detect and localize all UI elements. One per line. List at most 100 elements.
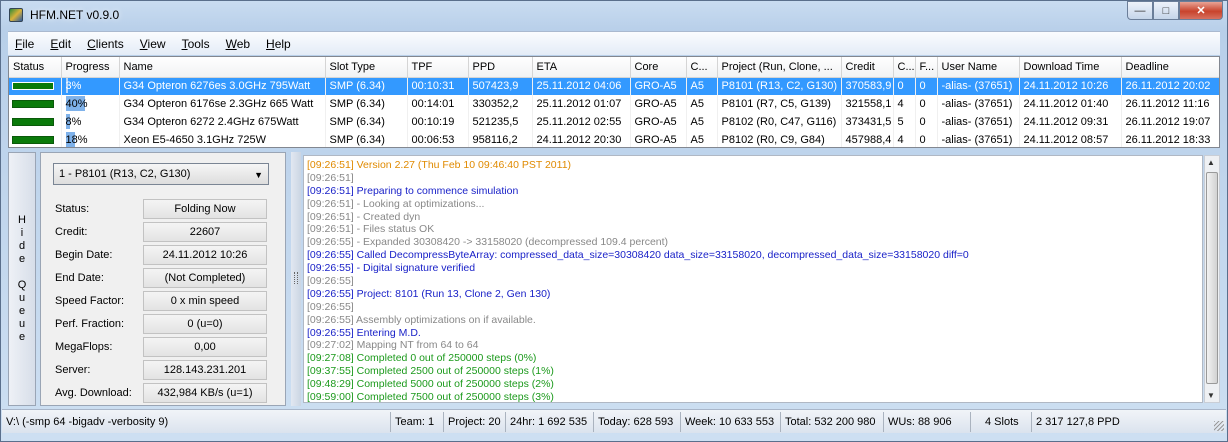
column-header[interactable]: Deadline xyxy=(1121,57,1219,78)
cell-c2: 4 xyxy=(893,131,916,147)
detail-value: Folding Now xyxy=(143,199,267,219)
cell-tpf: 00:10:31 xyxy=(407,77,469,95)
scroll-down-icon[interactable]: ▼ xyxy=(1207,391,1215,400)
status-project: Project: 20 xyxy=(444,411,506,432)
cell-f: 0 xyxy=(915,113,938,131)
cell-c2: 5 xyxy=(893,113,916,131)
menu-tools[interactable]: Tools xyxy=(175,37,217,51)
cell-f: 0 xyxy=(915,95,938,113)
log-line: [09:26:55] - Digital signature verified xyxy=(307,262,476,275)
column-header[interactable]: Download Time xyxy=(1019,57,1122,78)
detail-row: Begin Date: 24.11.2012 10:26 xyxy=(55,245,275,265)
hide-queue-letter: u xyxy=(18,292,26,304)
detail-label: Speed Factor: xyxy=(55,295,125,307)
cell-name: G34 Opteron 6176se 2.3GHz 665 Watt xyxy=(119,95,326,113)
cell-eta: 24.11.2012 20:30 xyxy=(532,131,631,147)
slot-row[interactable]: 40% G34 Opteron 6176se 2.3GHz 665 Watt SMP… xyxy=(9,95,1219,113)
menu-clients[interactable]: Clients xyxy=(80,37,131,51)
detail-value: 0,00 xyxy=(143,337,267,357)
hide-queue-letter: u xyxy=(18,318,26,330)
splitter[interactable] xyxy=(291,152,301,406)
column-header[interactable]: Credit xyxy=(841,57,894,78)
minimize-button[interactable]: — xyxy=(1127,1,1153,20)
slot-row[interactable]: 3% G34 Opteron 6276es 3.0GHz 795Watt SMP (… xyxy=(9,77,1219,95)
column-header[interactable]: TPF xyxy=(407,57,469,78)
cell-eta: 25.11.2012 01:07 xyxy=(532,95,631,113)
detail-row: End Date: (Not Completed) xyxy=(55,268,275,288)
progress-cell: 18% xyxy=(61,131,120,147)
hide-queue-button[interactable]: HideQueue xyxy=(8,152,36,406)
log-line: [09:48:29] Completed 5000 out of 250000 … xyxy=(307,378,554,391)
hide-queue-letter: H xyxy=(18,214,26,226)
scroll-thumb[interactable] xyxy=(1206,172,1218,384)
cell-tpf: 00:10:19 xyxy=(407,113,469,131)
column-header[interactable]: Status xyxy=(9,57,62,78)
status-total: Total: 532 200 980 xyxy=(781,411,884,432)
cell-c2: 4 xyxy=(893,95,916,113)
log-line: [09:26:51] - Created dyn xyxy=(307,210,421,223)
title-bar[interactable]: HFM.NET v0.9.0 — □ ✕ xyxy=(1,1,1227,31)
log-viewer[interactable]: [09:26:51] Version 2.27 (Thu Feb 10 09:4… xyxy=(303,155,1203,403)
detail-row: MegaFlops: 0,00 xyxy=(55,337,275,357)
menu-label: elp xyxy=(274,36,291,51)
log-line: [09:26:51] - Looking at optimizations... xyxy=(307,197,485,210)
resize-grip-icon[interactable] xyxy=(1214,421,1224,431)
column-header[interactable]: Name xyxy=(119,57,326,78)
cell-core: GRO-A5 xyxy=(630,77,687,95)
status-wus: WUs: 88 906 xyxy=(884,411,971,432)
window-title: HFM.NET v0.9.0 xyxy=(30,8,120,22)
slot-row[interactable]: 18% Xeon E5-4650 3.1GHz 725W SMP (6.34) 00:… xyxy=(9,131,1219,147)
column-header[interactable]: Core xyxy=(630,57,687,78)
menu-web[interactable]: Web xyxy=(219,37,257,51)
column-header[interactable]: User Name xyxy=(937,57,1020,78)
cell-core: GRO-A5 xyxy=(630,113,687,131)
detail-row: Server: 128.143.231.201 xyxy=(55,360,275,380)
log-scrollbar[interactable]: ▲ ▼ xyxy=(1204,155,1220,403)
log-line: [09:26:51] Version 2.27 (Thu Feb 10 09:4… xyxy=(307,159,572,171)
status-path: V:\ (-smp 64 -bigadv -verbosity 9) xyxy=(2,411,391,432)
cell-name: G34 Opteron 6276es 3.0GHz 795Watt xyxy=(119,77,326,95)
queue-select[interactable]: 1 - P8101 (R13, C2, G130) ▼ xyxy=(53,163,269,185)
cell-deadline: 26.11.2012 20:02 xyxy=(1121,77,1219,95)
menu-edit[interactable]: Edit xyxy=(43,37,78,51)
cell-download: 24.11.2012 01:40 xyxy=(1019,95,1122,113)
log-line: [09:26:55] xyxy=(307,300,354,313)
cell-project: P8101 (R13, C2, G130) xyxy=(717,77,842,95)
log-line: [09:26:55] Called DecompressByteArray: c… xyxy=(307,249,969,262)
cell-credit: 373431,5 xyxy=(841,113,894,131)
column-header[interactable]: Slot Type xyxy=(325,57,408,78)
detail-row: Status: Folding Now xyxy=(55,199,275,219)
cell-eta: 25.11.2012 02:55 xyxy=(532,113,631,131)
cell-c: A5 xyxy=(686,95,718,113)
menu-help[interactable]: Help xyxy=(259,37,298,51)
cell-credit: 457988,4 xyxy=(841,131,894,147)
menu-file[interactable]: File xyxy=(8,37,41,51)
close-button[interactable]: ✕ xyxy=(1179,1,1223,20)
column-header[interactable]: C... xyxy=(686,57,718,78)
status-week: Week: 10 633 553 xyxy=(681,411,781,432)
slots-grid: Status Progress Name Slot Type TPF PPD ETA Core… xyxy=(8,56,1220,148)
cell-ppd: 958116,2 xyxy=(468,131,533,147)
menu-mnemonic: C xyxy=(87,36,96,51)
grid-header-row: Status Progress Name Slot Type TPF PPD ETA Core… xyxy=(9,57,1219,78)
detail-value: 24.11.2012 10:26 xyxy=(143,245,267,265)
lower-pane: HideQueue 1 - P8101 (R13, C2, G130) ▼ St… xyxy=(8,152,1220,406)
cell-slot: SMP (6.34) xyxy=(325,131,408,147)
log-line: [09:26:55] - Expanded 30308420 -> 331580… xyxy=(307,236,669,249)
maximize-button[interactable]: □ xyxy=(1153,1,1179,20)
status-indicator xyxy=(12,100,54,108)
menu-view[interactable]: View xyxy=(133,37,173,51)
slot-row[interactable]: 8% G34 Opteron 6272 2.4GHz 675Watt SMP (6.… xyxy=(9,113,1219,131)
menu-mnemonic: H xyxy=(266,36,275,51)
column-header[interactable]: C... xyxy=(893,57,916,78)
cell-tpf: 00:14:01 xyxy=(407,95,469,113)
column-header[interactable]: F... xyxy=(915,57,938,78)
column-header[interactable]: Progress xyxy=(61,57,120,78)
column-header[interactable]: PPD xyxy=(468,57,533,78)
column-header[interactable]: ETA xyxy=(532,57,631,78)
column-header[interactable]: Project (Run, Clone, ... xyxy=(717,57,842,78)
cell-ppd: 507423,9 xyxy=(468,77,533,95)
progress-text: 3% xyxy=(65,80,82,93)
scroll-up-icon[interactable]: ▲ xyxy=(1207,158,1215,167)
cell-name: Xeon E5-4650 3.1GHz 725W xyxy=(119,131,326,147)
